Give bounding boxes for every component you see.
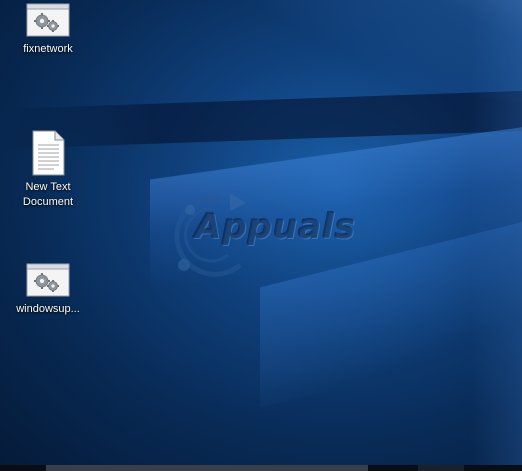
taskbar-tray-area[interactable] (418, 465, 464, 471)
desktop-icon-label: New Text Document (22, 181, 74, 208)
batch-file-gears-icon (26, 3, 70, 37)
text-document-icon (32, 130, 65, 176)
taskbar-search-area[interactable] (46, 465, 368, 471)
wallpaper-glow (470, 0, 522, 471)
batch-file-gears-icon (26, 263, 70, 297)
desktop-icon-fixnetwork[interactable]: fixnetwork (8, 2, 88, 57)
desktop-icon-new-text-document[interactable]: New Text Document (8, 130, 88, 210)
wallpaper-light-beam (220, 0, 522, 120)
wallpaper-light-beam (260, 212, 522, 408)
desktop-icon-label: windowsup... (16, 303, 80, 315)
wallpaper-light-beam (150, 120, 522, 290)
appuals-watermark-logo-icon (174, 193, 246, 277)
desktop-background[interactable]: Appuals fixnetwork New Text Document win… (0, 0, 522, 471)
desktop-icon-windowsup[interactable]: windowsup... (8, 262, 88, 317)
taskbar[interactable] (0, 465, 522, 471)
watermark-text: Appuals (195, 207, 357, 247)
desktop-icon-label: fixnetwork (23, 43, 73, 55)
